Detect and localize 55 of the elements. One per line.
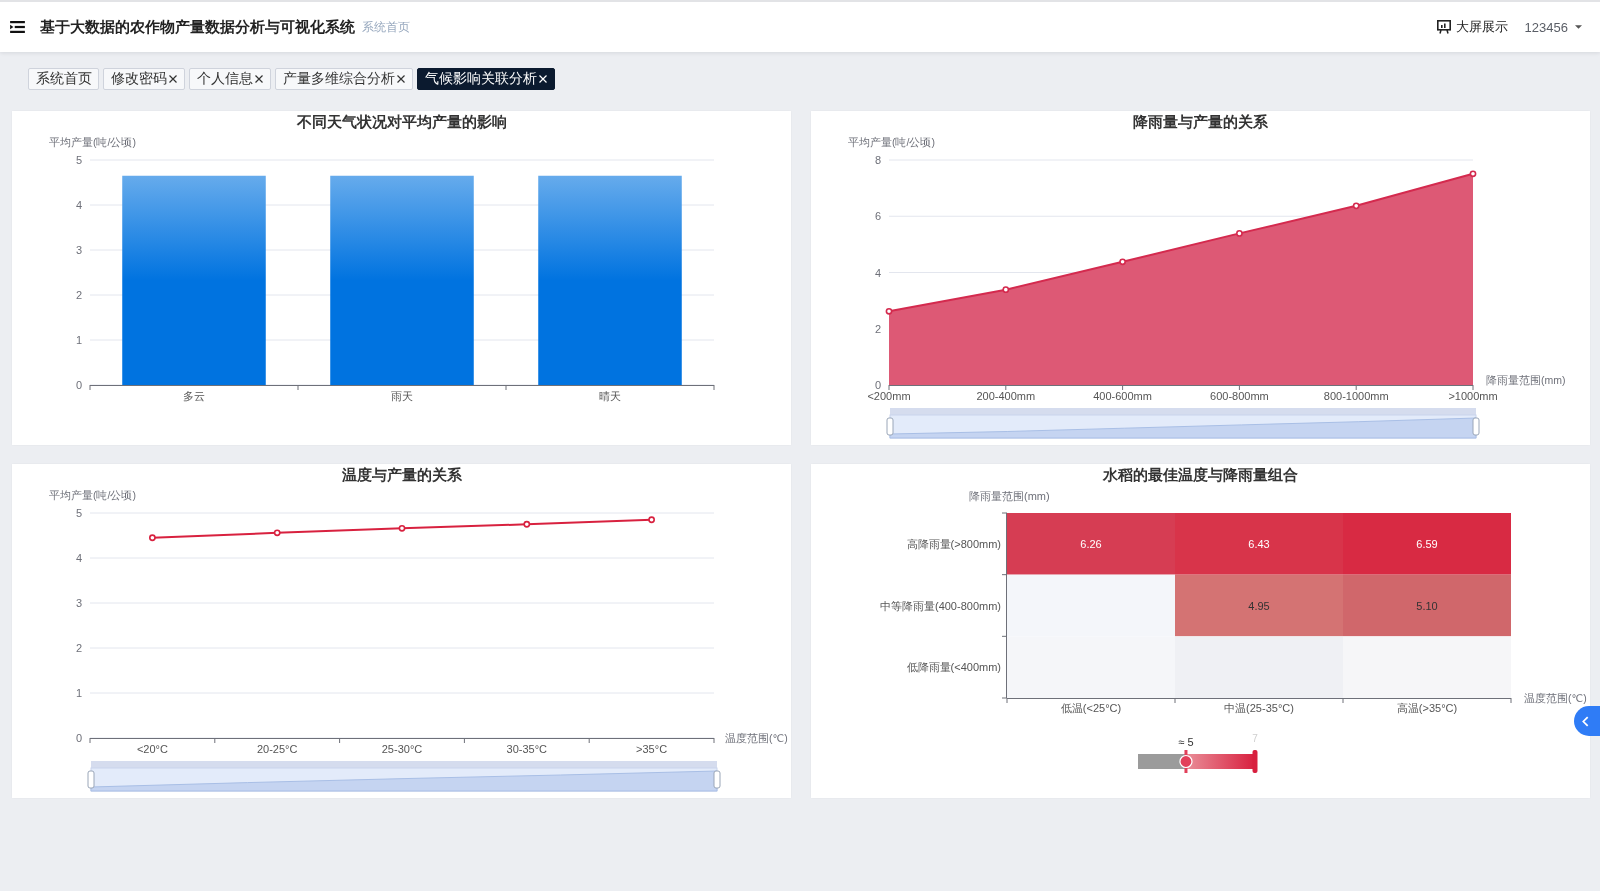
row-label: 中等降雨量(400-800mm) [879,599,1001,612]
cell-value: 4.95 [1248,599,1270,612]
category-label: 25-30°C [381,743,423,755]
tick-label: 5 [75,154,82,166]
cell-value: 6.26 [1080,537,1102,550]
tick-label: 1 [75,334,82,346]
chart-title: 不同天气状况对平均产量的影响 [295,112,508,132]
category-label: 雨天 [391,390,413,402]
axis-title: 平均产量(吨/公顷) [49,489,136,501]
tick-label: 4 [75,199,82,211]
tick-label: 2 [874,322,881,335]
axis-title: 降雨量范围(mm) [1486,374,1566,386]
chart-title: 温度与产量的关系 [340,465,463,485]
category-label: 200-400mm [976,390,1036,402]
column-label: 低温(<25°C) [1060,702,1122,714]
tick-label: 0 [874,379,881,391]
app-title: 基于大数据的农作物产量数据分析与可视化系统 [40,17,355,37]
tick-label: 4 [874,266,881,279]
category-label: >1000mm [1448,390,1498,402]
row-label: 高降雨量(>800mm) [906,537,1001,550]
tick-label: 3 [75,244,82,256]
tick-label: 1 [75,687,82,699]
category-label: 30-35°C [506,743,548,755]
cell-value: 6.43 [1248,537,1270,550]
category-label: >35°C [636,743,668,755]
tick-label: 0 [75,379,82,391]
cell-value: 5.10 [1416,599,1438,612]
chart-title: 降雨量与产量的关系 [1132,112,1269,132]
category-label: 800-1000mm [1323,390,1389,402]
category-label: 400-600mm [1093,390,1152,402]
tick-label: 6 [874,210,881,223]
category-label: 600-800mm [1210,390,1269,402]
category-label: <200mm [867,390,911,402]
tick-label: 4 [75,552,82,564]
category-label: 多云 [183,390,205,402]
column-label: 中温(25-35°C) [1224,702,1294,714]
column-label: 高温(>35°C) [1396,702,1458,714]
axis-title: 降雨量范围(mm) [969,490,1050,502]
category-label: 20-25°C [256,743,298,755]
axis-title: 平均产量(吨/公顷) [49,136,136,148]
row-label: 低降雨量(<400mm) [906,661,1001,674]
tick-label: 2 [75,642,82,654]
tick-label: 5 [75,507,82,519]
range-value: ≈ 5 [1178,736,1194,748]
category-label: 晴天 [599,390,621,402]
tick-label: 3 [75,597,82,609]
chart-title: 水稻的最佳温度与降雨量组合 [1102,465,1299,485]
axis-title: 温度范围(℃) [725,732,788,744]
tick-label: 8 [874,154,881,166]
cell-value: 6.59 [1416,537,1438,550]
tick-label: 2 [75,289,82,301]
category-label: <20°C [136,743,168,755]
axis-title: 温度范围(℃) [1524,692,1587,704]
axis-title: 平均产量(吨/公顷) [848,136,935,148]
tick-label: 0 [75,732,82,744]
